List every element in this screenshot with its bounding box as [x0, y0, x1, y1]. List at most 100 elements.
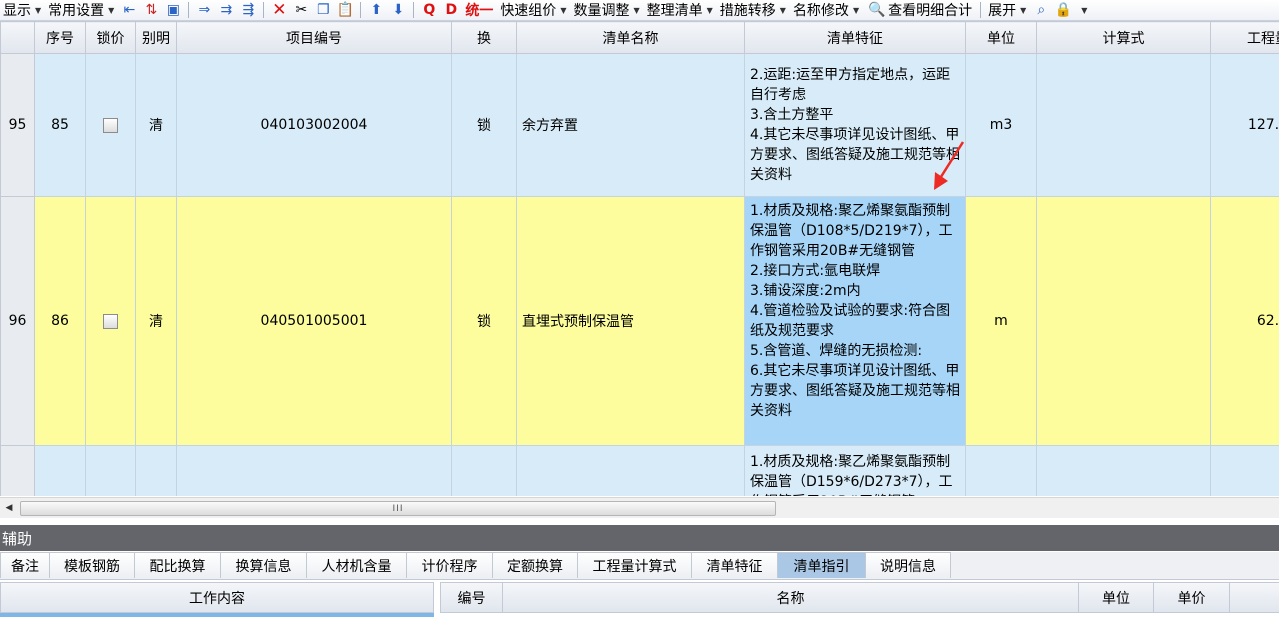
header-quantity[interactable]: 工程量 [1210, 21, 1279, 54]
menu-organize-list[interactable]: 整理清单 ▼ [644, 0, 717, 20]
code-cell[interactable]: 040103002004 [176, 53, 452, 197]
lock-price-checkbox[interactable] [103, 313, 118, 329]
header-guide-unit[interactable]: 单位 [1078, 582, 1154, 613]
binoculars-icon[interactable]: ⌕ [1032, 1, 1050, 19]
view-detail-button[interactable]: 🔍 查看明细合计 [863, 0, 976, 20]
header-formula[interactable]: 计算式 [1036, 21, 1211, 54]
menu-display[interactable]: 显示 ▼ [0, 0, 45, 20]
tab-bill-features[interactable]: 清单特征 [691, 552, 778, 578]
menu-quick-pricing[interactable]: 快速组价 ▼ [497, 0, 570, 20]
formula-cell[interactable] [1036, 445, 1211, 496]
sort-icon[interactable]: ⇅ [142, 1, 160, 19]
features-cell[interactable]: 2.运距:运至甲方指定地点，运距自行考虑 3.含土方整平 4.其它未尽事项详见设… [744, 53, 966, 197]
tab-remarks[interactable]: 备注 [0, 552, 50, 578]
quantity-cell[interactable]: 127.7 [1210, 53, 1279, 197]
row-number[interactable]: 95 [0, 53, 35, 197]
tab-description[interactable]: 说明信息 [865, 552, 951, 578]
delete-icon[interactable]: ✕ [270, 1, 288, 19]
insert-sub-icon[interactable]: ⇶ [239, 1, 257, 19]
tab-conversion-info[interactable]: 换算信息 [220, 552, 307, 578]
lock-price-cell[interactable] [85, 196, 136, 446]
header-swap[interactable]: 换 [451, 21, 517, 54]
formula-cell[interactable] [1036, 53, 1211, 197]
unit-cell[interactable]: m [965, 196, 1037, 446]
header-unit[interactable]: 单位 [965, 21, 1037, 54]
header-lock-price[interactable]: 锁价 [85, 21, 136, 54]
code-cell[interactable]: 040501005001 [176, 196, 452, 446]
tab-quota-conversion[interactable]: 定额换算 [492, 552, 578, 578]
quantity-icon[interactable]: Q [420, 1, 438, 19]
menu-expand[interactable]: 展开 ▼ [985, 0, 1030, 20]
unit-price-icon[interactable]: D [442, 1, 460, 19]
formula-cell[interactable] [1036, 196, 1211, 446]
name-cell[interactable]: 余方弃置 [516, 53, 745, 197]
menu-more[interactable]: ▼ [1074, 0, 1091, 20]
move-up-icon[interactable]: ⬆ [367, 1, 385, 19]
header-name[interactable]: 清单名称 [516, 21, 745, 54]
header-code[interactable]: 项目编号 [176, 21, 452, 54]
header-rownum[interactable] [0, 21, 35, 54]
table-row[interactable]: 95 85 清 040103002004 锁 余方弃置 2.运距:运至甲方指定地… [0, 53, 1279, 197]
menu-rename[interactable]: 名称修改 ▼ [790, 0, 863, 20]
name-cell[interactable]: 直埋式预制保温管 [516, 196, 745, 446]
row-number[interactable] [0, 445, 35, 496]
seq-cell[interactable]: 85 [34, 53, 86, 197]
lock-price-checkbox[interactable] [103, 117, 118, 133]
work-content-header[interactable]: 工作内容 [0, 582, 434, 613]
move-down-icon[interactable]: ⬇ [389, 1, 407, 19]
chevron-down-icon: ▼ [1081, 5, 1088, 15]
features-cell-selected[interactable]: 1.材质及规格:聚乙烯聚氨酯预制保温管（D108*5/D219*7），工作钢管采… [744, 196, 966, 446]
unit-cell[interactable] [965, 445, 1037, 496]
tab-mix-conversion[interactable]: 配比换算 [134, 552, 221, 578]
swap-cell[interactable]: 锁 [451, 196, 517, 446]
tab-bill-guide[interactable]: 清单指引 [777, 552, 866, 578]
toolbar-separator [360, 2, 362, 18]
features-cell[interactable]: 1.材质及规格:聚乙烯聚氨酯预制保温管（D159*6/D273*7），工作钢管采… [744, 445, 966, 496]
paste-icon[interactable]: 📋 [336, 1, 354, 19]
header-category[interactable]: 别明 [135, 21, 177, 54]
chevron-down-icon: ▼ [706, 5, 713, 15]
menu-quantity-adjust[interactable]: 数量调整 ▼ [570, 0, 643, 20]
insert-row-icon[interactable]: ⇒ [195, 1, 213, 19]
category-cell[interactable]: 清 [135, 53, 177, 197]
swap-cell[interactable] [451, 445, 517, 496]
unit-cell[interactable]: m3 [965, 53, 1037, 197]
tab-template-rebar[interactable]: 模板钢筋 [49, 552, 135, 578]
menu-measure-transfer[interactable]: 措施转移 ▼ [717, 0, 790, 20]
cut-icon[interactable]: ✂ [292, 1, 310, 19]
header-guide-extra[interactable] [1229, 582, 1279, 613]
header-guide-code[interactable]: 编号 [440, 582, 503, 613]
quantity-cell[interactable] [1210, 445, 1279, 496]
swap-cell[interactable]: 锁 [451, 53, 517, 197]
seq-cell[interactable]: 86 [34, 196, 86, 446]
header-seq[interactable]: 序号 [34, 21, 86, 54]
tab-pricing-procedure[interactable]: 计价程序 [406, 552, 493, 578]
header-guide-name[interactable]: 名称 [502, 582, 1079, 613]
category-cell[interactable]: 清 [135, 196, 177, 446]
table-row[interactable]: 96 86 清 040501005001 锁 直埋式预制保温管 1.材质及规格:… [0, 196, 1279, 446]
lock-price-cell[interactable] [85, 445, 136, 496]
quantity-cell[interactable]: 62.9 [1210, 196, 1279, 446]
copy-icon[interactable]: ❐ [314, 1, 332, 19]
name-cell[interactable] [516, 445, 745, 496]
window-icon[interactable]: ▣ [164, 1, 182, 19]
insert-child-icon[interactable]: ⇉ [217, 1, 235, 19]
lock-price-cell[interactable] [85, 53, 136, 197]
row-number[interactable]: 96 [0, 196, 35, 446]
lock-icon[interactable]: 🔒 [1054, 1, 1072, 19]
chevron-down-icon: ▼ [35, 5, 42, 15]
code-cell[interactable] [176, 445, 452, 496]
insert-column-icon[interactable]: ⇤ [120, 1, 138, 19]
category-cell[interactable] [135, 445, 177, 496]
scrollbar-thumb[interactable]: III [20, 501, 776, 516]
table-row[interactable]: 1.材质及规格:聚乙烯聚氨酯预制保温管（D159*6/D273*7），工作钢管采… [0, 445, 1279, 496]
menu-common-settings[interactable]: 常用设置 ▼ [45, 0, 118, 20]
tab-labor-material[interactable]: 人材机含量 [306, 552, 407, 578]
unify-button[interactable]: 统一 [462, 0, 497, 20]
header-features[interactable]: 清单特征 [744, 21, 966, 54]
horizontal-scrollbar[interactable]: ◀ III [0, 497, 1279, 518]
header-guide-price[interactable]: 单价 [1153, 582, 1230, 613]
tab-quantity-formula[interactable]: 工程量计算式 [577, 552, 692, 578]
scroll-left-icon[interactable]: ◀ [0, 500, 18, 516]
seq-cell[interactable] [34, 445, 86, 496]
